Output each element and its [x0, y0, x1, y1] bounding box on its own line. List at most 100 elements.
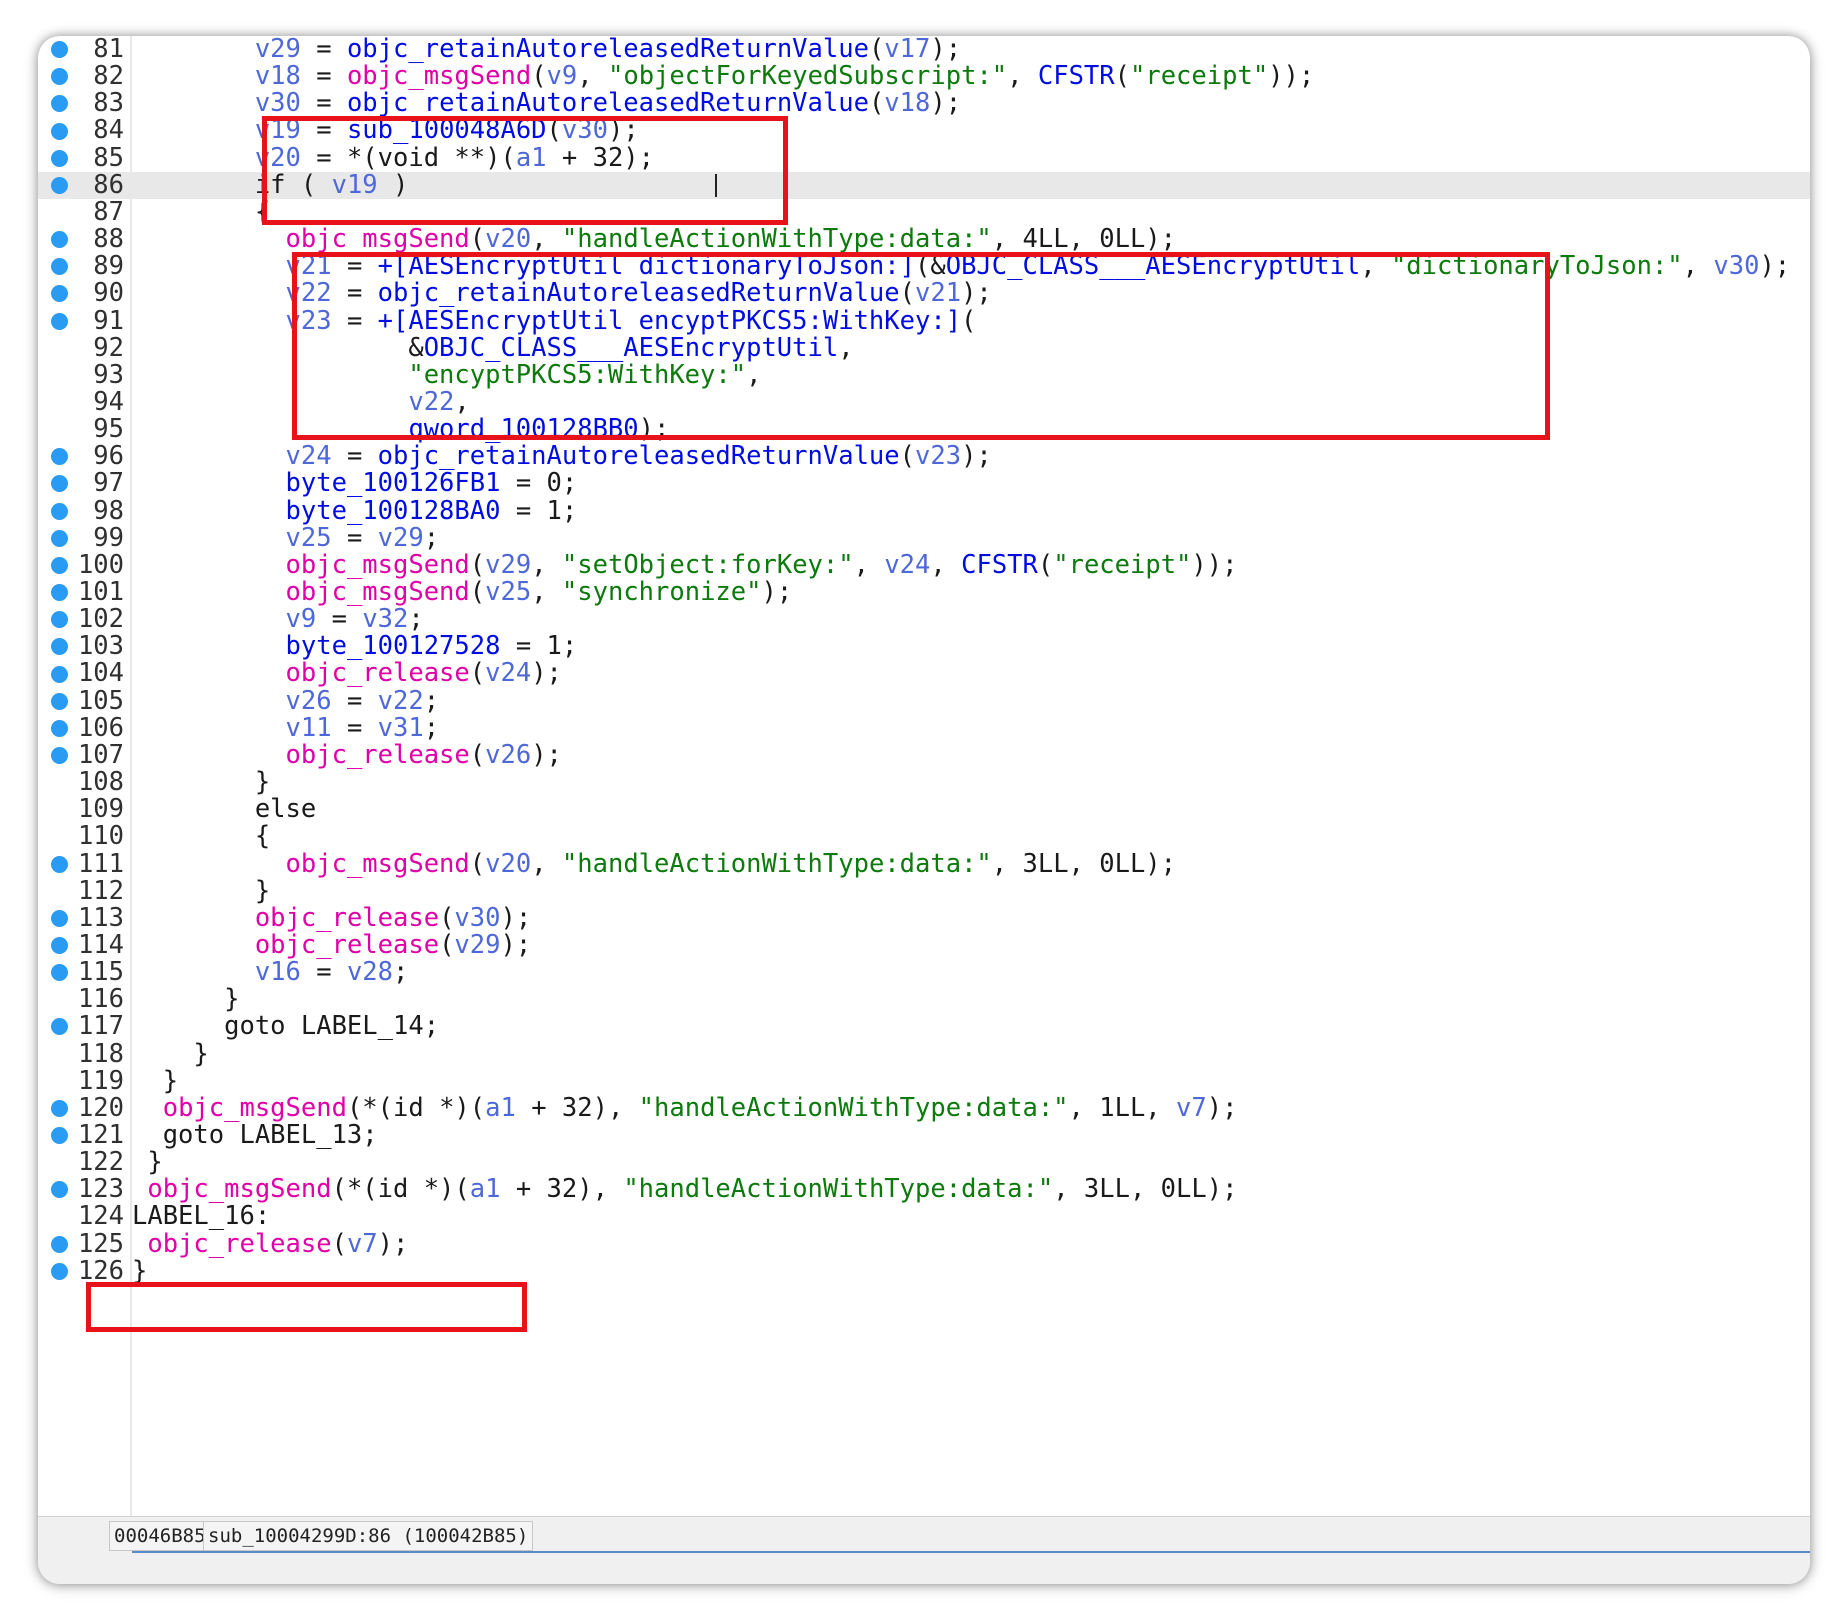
breakpoint-dot-icon[interactable] [51, 122, 68, 140]
code-line[interactable]: 125 objc_release(v7); [38, 1230, 1810, 1258]
code-line[interactable]: 113 objc_release(v30); [38, 904, 1810, 932]
breakpoint-dot-icon[interactable] [51, 937, 68, 954]
breakpoint-dot-icon[interactable] [51, 1127, 68, 1145]
code-line[interactable]: 119 } [38, 1067, 1810, 1095]
code-line[interactable]: 124 LABEL_16: [38, 1203, 1810, 1230]
line-number: 116 [77, 984, 124, 1015]
breakpoint-dot-icon[interactable] [51, 964, 68, 982]
code-line[interactable]: 126} [38, 1255, 1810, 1286]
code-line[interactable]: 107 objc_release(v26); [38, 739, 1810, 770]
breakpoint-dot-icon[interactable] [51, 529, 68, 547]
code-line[interactable]: 102 v9 = v32; [38, 605, 1810, 633]
code-line[interactable]: 116 } [38, 986, 1810, 1013]
code-line[interactable]: 122 } [38, 1148, 1810, 1176]
breakpoint-dot-icon[interactable] [51, 855, 68, 873]
line-number: 85 [93, 142, 124, 173]
code-text: v11 = v31; [285, 712, 440, 743]
breakpoint-dot-icon[interactable] [51, 584, 68, 602]
code-line[interactable]: 101 objc_msgSend(v25, "synchronize"); [38, 578, 1810, 606]
code-text: objc_release(v24); [285, 658, 562, 689]
breakpoint-dot-icon[interactable] [51, 258, 68, 276]
status-bar: 00046B85 sub_10004299D:86 (100042B85) [38, 1516, 1810, 1584]
code-text: } [132, 767, 271, 798]
breakpoint-dot-icon[interactable] [51, 285, 68, 303]
code-text: objc_release(v26); [285, 739, 562, 770]
code-line[interactable]: 117 goto LABEL_14; [38, 1013, 1810, 1040]
breakpoint-dot-icon[interactable] [51, 638, 68, 656]
breakpoint-dot-icon[interactable] [51, 1099, 68, 1117]
breakpoint-dot-icon[interactable] [51, 909, 68, 927]
code-line[interactable]: 97 byte_100126FB1 = 0; [38, 470, 1810, 497]
code-text: v29 = objc_retainAutoreleasedReturnValue… [254, 36, 962, 64]
breakpoint-dot-icon[interactable] [51, 475, 68, 493]
line-number: 118 [77, 1038, 124, 1069]
breakpoint-dot-icon[interactable] [51, 231, 68, 249]
code-text: } [132, 875, 271, 906]
code-line[interactable]: 123 objc_msgSend(*(id *)(a1 + 32), "hand… [38, 1176, 1810, 1203]
breakpoint-dot-icon[interactable] [51, 95, 68, 113]
code-line[interactable]: 104 objc_release(v24); [38, 660, 1810, 687]
breakpoint-dot-icon[interactable] [51, 176, 68, 194]
code-text: } [132, 1255, 148, 1286]
breakpoint-dot-icon[interactable] [51, 719, 68, 737]
breakpoint-dot-icon[interactable] [51, 312, 68, 330]
line-number: 109 [77, 794, 124, 825]
code-line[interactable]: 110 { [38, 823, 1810, 850]
breakpoint-dot-icon[interactable] [51, 692, 68, 710]
code-line[interactable]: 96 v24 = objc_retainAutoreleasedReturnVa… [38, 443, 1810, 470]
code-line[interactable]: 118 } [38, 1038, 1810, 1069]
highlight-box-if-block [262, 116, 788, 225]
breakpoint-dot-icon[interactable] [51, 611, 68, 629]
code-line[interactable]: 106 v11 = v31; [38, 712, 1810, 743]
breakpoint-dot-icon[interactable] [51, 448, 68, 466]
code-text: objc_msgSend(v20, "handleActionWithType:… [285, 224, 1177, 255]
code-line[interactable]: 114 objc_release(v29); [38, 929, 1810, 960]
line-number: 86 [93, 169, 124, 200]
line-number: 110 [77, 821, 124, 852]
code-line[interactable]: 100 objc_msgSend(v29, "setObject:forKey:… [38, 551, 1810, 579]
code-line[interactable]: 120 objc_msgSend(*(id *)(a1 + 32), "hand… [38, 1092, 1810, 1123]
breakpoint-dot-icon[interactable] [51, 1018, 68, 1036]
code-line[interactable]: 115 v16 = v28; [38, 957, 1810, 988]
code-text: } [132, 1038, 209, 1069]
line-number: 84 [93, 115, 124, 146]
code-line[interactable]: 81 v29 = objc_retainAutoreleasedReturnVa… [38, 36, 1810, 63]
code-line[interactable]: 108 } [38, 767, 1810, 798]
code-line[interactable]: 103 byte_100127528 = 1; [38, 633, 1810, 660]
code-text: } [132, 984, 240, 1015]
status-location: sub_10004299D:86 (100042B85) [203, 1521, 534, 1551]
code-line[interactable]: 111 objc_msgSend(v20, "handleActionWithT… [38, 850, 1810, 878]
breakpoint-dot-icon[interactable] [51, 746, 68, 764]
breakpoint-dot-icon[interactable] [51, 502, 68, 520]
code-text: v30 = objc_retainAutoreleasedReturnValue… [254, 88, 962, 119]
code-line[interactable]: 98 byte_100128BA0 = 1; [38, 497, 1810, 525]
code-text: byte_100127528 = 1; [285, 631, 578, 662]
line-number: 87 [93, 196, 124, 227]
breakpoint-dot-icon[interactable] [51, 556, 68, 574]
code-line[interactable]: 99 v25 = v29; [38, 524, 1810, 552]
line-number: 89 [93, 251, 124, 282]
breakpoint-dot-icon[interactable] [51, 665, 68, 683]
breakpoint-dot-icon[interactable] [51, 68, 68, 86]
code-line[interactable]: 121 goto LABEL_13; [38, 1121, 1810, 1149]
highlight-box-status [86, 1282, 527, 1332]
code-line[interactable]: 109 else [38, 796, 1810, 823]
code-line[interactable]: 112 } [38, 875, 1810, 906]
breakpoint-dot-icon[interactable] [51, 149, 68, 167]
highlight-box-encrypt-block [292, 252, 1550, 440]
breakpoint-dot-icon[interactable] [51, 41, 68, 59]
code-line[interactable]: 88 objc_msgSend(v20, "handleActionWithTy… [38, 224, 1810, 255]
code-text: v16 = v28; [254, 957, 409, 988]
breakpoint-dot-icon[interactable] [51, 1262, 68, 1280]
line-number: 88 [93, 224, 124, 255]
code-line[interactable]: 83 v30 = objc_retainAutoreleasedReturnVa… [38, 90, 1810, 117]
line-number: 93 [93, 359, 124, 390]
breakpoint-dot-icon[interactable] [51, 1181, 68, 1199]
line-number: 90 [93, 278, 124, 309]
code-text: byte_100126FB1 = 0; [285, 468, 578, 499]
code-line[interactable]: 82 v18 = objc_msgSend(v9, "objectForKeye… [38, 62, 1810, 90]
line-number: 114 [77, 929, 124, 960]
breakpoint-dot-icon[interactable] [51, 1235, 68, 1253]
line-number: 120 [77, 1092, 124, 1123]
code-line[interactable]: 105 v26 = v22; [38, 687, 1810, 715]
